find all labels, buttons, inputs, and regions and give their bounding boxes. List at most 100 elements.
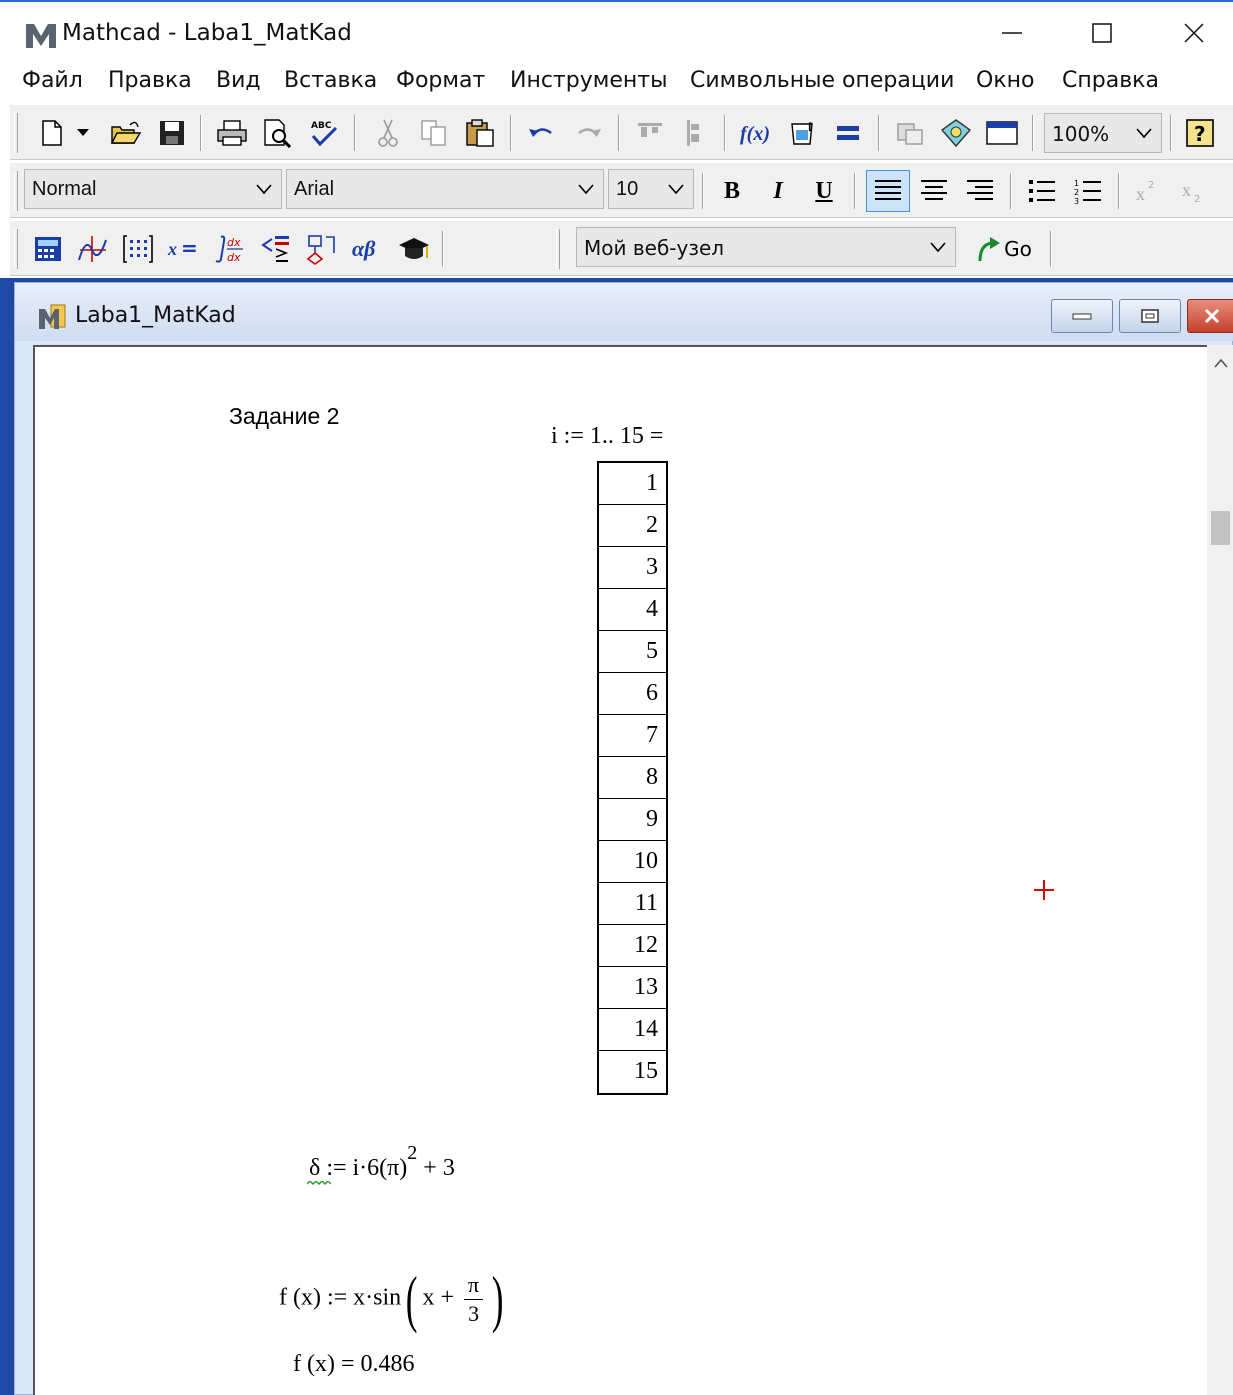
copy-button[interactable] [416, 115, 452, 151]
align-top-button[interactable] [632, 115, 668, 151]
minimize-button[interactable] [982, 12, 1042, 54]
go-button[interactable]: Go [972, 231, 1036, 267]
component-button[interactable] [892, 115, 928, 151]
table-cell[interactable]: 4 [599, 589, 666, 631]
delta-definition[interactable]: δ := i·6(π)2 + 3 [307, 1142, 455, 1185]
calculate-button[interactable] [830, 115, 866, 151]
table-cell[interactable]: 14 [599, 1009, 666, 1051]
insert-unit-button[interactable]: [ [786, 115, 822, 151]
menu-format[interactable]: Формат [396, 68, 485, 93]
table-button[interactable] [984, 115, 1020, 151]
range-result-table[interactable]: 1 2 3 4 5 6 7 8 9 10 11 12 13 14 15 [597, 461, 668, 1095]
menu-insert[interactable]: Вставка [284, 68, 377, 93]
bullets-button[interactable] [1024, 173, 1060, 209]
new-button[interactable] [34, 115, 70, 151]
worksheet[interactable]: Задание 2 i := 1.. 15 = 1 2 3 4 5 6 7 8 9 10 11 12 1… [33, 345, 1207, 1395]
numbering-button[interactable]: 123 [1070, 173, 1106, 209]
table-cell[interactable]: 1 [599, 463, 666, 505]
toolbar-grip[interactable] [14, 229, 18, 269]
calculus-toolbar-button[interactable]: dx dx [212, 231, 248, 267]
underline-button[interactable]: U [806, 173, 842, 209]
table-cell[interactable]: 7 [599, 715, 666, 757]
document-restore-button[interactable] [1119, 299, 1181, 333]
menu-symbolics[interactable]: Символьные операции [690, 68, 954, 93]
task-heading[interactable]: Задание 2 [229, 403, 339, 430]
resource-center-button[interactable] [938, 115, 974, 151]
table-cell[interactable]: 12 [599, 925, 666, 967]
font-select[interactable]: Arial [286, 169, 604, 209]
function-definition[interactable]: f (x) := x·sin(x + π 3) [279, 1267, 508, 1331]
open-button[interactable] [108, 115, 144, 151]
align-center-button[interactable] [916, 173, 952, 209]
symbolic-toolbar-button[interactable] [396, 231, 432, 267]
help-button[interactable]: ? [1182, 115, 1218, 151]
graph-toolbar-button[interactable] [74, 231, 110, 267]
table-cell[interactable]: 9 [599, 799, 666, 841]
menu-help[interactable]: Справка [1062, 68, 1159, 93]
menu-tools[interactable]: Инструменты [510, 68, 667, 93]
document-minimize-button[interactable] [1051, 299, 1113, 333]
range-definition[interactable]: i := 1.. 15 = [551, 423, 663, 450]
menu-window[interactable]: Окно [976, 68, 1034, 93]
menu-view[interactable]: Вид [216, 68, 261, 93]
document-titlebar[interactable]: Laba1_MatKad [15, 283, 1233, 341]
new-icon [42, 120, 62, 146]
spellcheck-button[interactable]: ABC [306, 115, 342, 151]
superscript-button[interactable]: x2 [1130, 173, 1166, 209]
table-cell[interactable]: 11 [599, 883, 666, 925]
calculator-toolbar-button[interactable] [30, 231, 66, 267]
chevron-down-icon [77, 129, 89, 136]
insert-function-button[interactable]: f(x) [738, 115, 774, 151]
spellcheck-icon: ABC [311, 121, 338, 147]
table-cell[interactable]: 2 [599, 505, 666, 547]
table-cell[interactable]: 13 [599, 967, 666, 1009]
toolbar-grip[interactable] [14, 113, 18, 153]
greek-toolbar-button[interactable]: αβ [350, 231, 386, 267]
delta-symbol: δ [307, 1155, 331, 1185]
align-right-button[interactable] [962, 173, 998, 209]
style-select[interactable]: Normal [24, 169, 282, 209]
document-window: Laba1_MatKad Задание 2 i := 1.. 15 = 123… [14, 282, 1233, 1395]
bold-button[interactable]: B [714, 173, 750, 209]
svg-text:x: x [1136, 184, 1145, 204]
subscript-icon: x2 [1182, 180, 1200, 204]
table-cell[interactable]: 10 [599, 841, 666, 883]
italic-button[interactable]: I [760, 173, 796, 209]
close-button[interactable] [1164, 12, 1224, 54]
vertical-scrollbar[interactable] [1207, 345, 1233, 1395]
new-dropdown-button[interactable] [72, 115, 94, 151]
font-size-select[interactable]: 10 [608, 169, 694, 209]
boolean-toolbar-button[interactable] [258, 231, 294, 267]
subscript-button[interactable]: x2 [1176, 173, 1212, 209]
svg-text:=: = [181, 236, 198, 260]
math-toolbar: x = dx dx αβ Мой веб-узел Go [10, 220, 1233, 276]
bullet-list-icon [1029, 180, 1055, 202]
table-cell[interactable]: 8 [599, 757, 666, 799]
zoom-select[interactable]: 100% [1044, 113, 1162, 153]
table-cell[interactable]: 3 [599, 547, 666, 589]
menu-edit[interactable]: Правка [108, 68, 192, 93]
document-close-button[interactable] [1187, 299, 1233, 333]
align-down-button[interactable] [672, 115, 708, 151]
toolbar-grip[interactable] [556, 229, 560, 269]
print-button[interactable] [214, 115, 250, 151]
function-evaluation[interactable]: f (x) = 0.486 [293, 1351, 415, 1378]
toolbar-grip[interactable] [14, 171, 18, 211]
cut-button[interactable] [370, 115, 406, 151]
evaluation-toolbar-button[interactable]: x = [166, 231, 202, 267]
scrollbar-thumb[interactable] [1211, 511, 1230, 545]
undo-button[interactable] [524, 115, 560, 151]
menu-file[interactable]: Файл [22, 68, 83, 93]
resource-address-select[interactable]: Мой веб-узел [576, 227, 956, 267]
table-cell[interactable]: 5 [599, 631, 666, 673]
programming-toolbar-button[interactable] [304, 231, 340, 267]
table-cell[interactable]: 15 [599, 1051, 666, 1093]
paste-button[interactable] [462, 115, 498, 151]
maximize-button[interactable] [1072, 12, 1132, 54]
redo-button[interactable] [570, 115, 606, 151]
matrix-toolbar-button[interactable] [120, 231, 156, 267]
table-cell[interactable]: 6 [599, 673, 666, 715]
print-preview-button[interactable] [260, 115, 296, 151]
save-button[interactable] [154, 115, 190, 151]
align-left-button[interactable] [866, 170, 910, 212]
